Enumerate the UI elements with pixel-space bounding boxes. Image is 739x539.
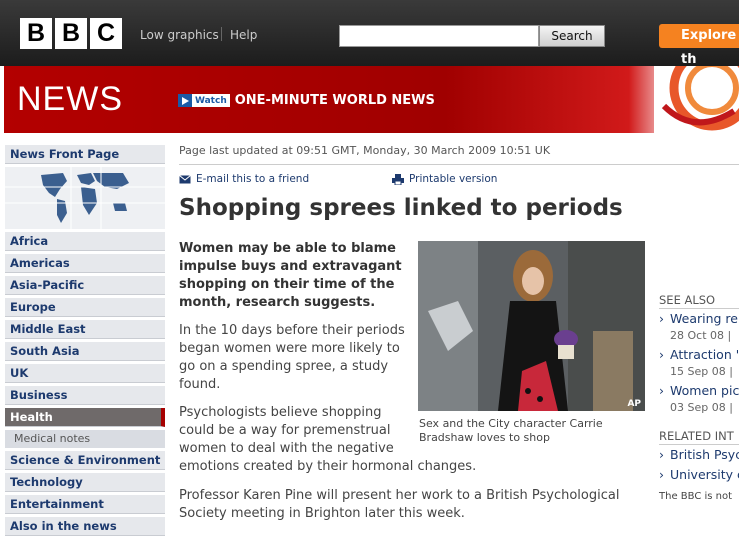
world-map-icon[interactable] bbox=[5, 167, 165, 229]
article-paragraph-line: women to deal with the negative bbox=[179, 441, 394, 456]
see-also-date: 15 Sep 08 | bbox=[670, 365, 733, 378]
explore-button[interactable]: Explore th bbox=[659, 24, 739, 67]
see-also-heading: SEE ALSO bbox=[659, 293, 716, 307]
street-photo-image bbox=[418, 241, 645, 411]
nav-item-uk[interactable]: UK bbox=[5, 364, 165, 383]
related-link[interactable]: University c bbox=[659, 467, 739, 482]
article-photo: AP bbox=[418, 241, 645, 411]
nav-front-page[interactable]: News Front Page bbox=[5, 145, 165, 164]
see-also-link[interactable]: Wearing re bbox=[659, 311, 738, 326]
nav-item-africa[interactable]: Africa bbox=[5, 232, 165, 251]
photo-credit: AP bbox=[627, 399, 641, 409]
watch-one-minute-link[interactable]: Watch ONE-MINUTE WORLD NEWS bbox=[178, 93, 435, 108]
print-label: Printable version bbox=[409, 173, 498, 185]
article-paragraph-line: Professor Karen Pine will present her wo… bbox=[179, 488, 620, 503]
related-link[interactable]: British Psyc bbox=[659, 447, 739, 462]
email-label: E-mail this to a friend bbox=[196, 173, 310, 185]
one-minute-label: ONE-MINUTE WORLD NEWS bbox=[234, 93, 435, 108]
search-button[interactable]: Search bbox=[539, 25, 605, 47]
watch-badge: Watch bbox=[178, 94, 230, 107]
article-intro: Women may be able to blame impulse buys … bbox=[179, 241, 402, 310]
see-also-link[interactable]: Attraction ' bbox=[659, 347, 739, 362]
news-banner: NEWS Watch ONE-MINUTE WORLD NEWS bbox=[4, 66, 739, 133]
nav-item-also-in-news[interactable]: Also in the news bbox=[5, 517, 165, 536]
related-heading: RELATED INT bbox=[659, 429, 734, 443]
nav-item-south-asia[interactable]: South Asia bbox=[5, 342, 165, 361]
article-paragraph-line: could be a way for premenstrual bbox=[179, 423, 391, 438]
help-link[interactable]: Help bbox=[230, 28, 257, 42]
logo-letter: C bbox=[90, 18, 122, 49]
low-graphics-link[interactable]: Low graphics bbox=[140, 28, 219, 42]
article-paragraph-line: emotions created by their hormonal chang… bbox=[179, 459, 477, 474]
envelope-icon bbox=[179, 174, 191, 183]
logo-letter: B bbox=[20, 18, 52, 49]
search-input[interactable] bbox=[339, 25, 539, 47]
watch-label: Watch bbox=[195, 95, 227, 106]
nav-item-europe[interactable]: Europe bbox=[5, 298, 165, 317]
photo-caption: Sex and the City character Carrie Bradsh… bbox=[419, 417, 603, 444]
left-nav: News Front Page Africa Americas Asia-Pac… bbox=[5, 145, 165, 539]
top-bar: B B C Low graphics Help Search Explore t… bbox=[0, 0, 739, 67]
nav-item-science-environment[interactable]: Science & Environment bbox=[5, 451, 165, 470]
email-link[interactable]: E-mail this to a friend bbox=[179, 173, 309, 185]
article-paragraph-line: Society meeting in Brighton later this w… bbox=[179, 506, 465, 521]
see-also-date: 28 Oct 08 | bbox=[670, 329, 732, 342]
play-icon bbox=[178, 94, 192, 107]
printer-icon bbox=[392, 173, 404, 185]
divider bbox=[659, 308, 739, 309]
nav-subitem-medical-notes[interactable]: Medical notes bbox=[5, 430, 165, 448]
divider bbox=[179, 164, 739, 165]
logo-letter: B bbox=[55, 18, 87, 49]
print-link[interactable]: Printable version bbox=[392, 173, 497, 185]
nav-item-technology[interactable]: Technology bbox=[5, 473, 165, 492]
nav-item-americas[interactable]: Americas bbox=[5, 254, 165, 273]
article-paragraph: In the 10 days before their periods bega… bbox=[179, 323, 405, 392]
see-also-link[interactable]: Women pic bbox=[659, 383, 739, 398]
article-paragraph-line: Psychologists believe shopping bbox=[179, 405, 382, 420]
see-also-date: 03 Sep 08 | bbox=[670, 401, 733, 414]
nav-item-entertainment[interactable]: Entertainment bbox=[5, 495, 165, 514]
sidebar-column: SEE ALSO Wearing re 28 Oct 08 | Attracti… bbox=[655, 280, 739, 510]
bbc-logo[interactable]: B B C bbox=[20, 18, 122, 49]
nav-item-middle-east[interactable]: Middle East bbox=[5, 320, 165, 339]
external-sites-note: The BBC is not bbox=[659, 491, 733, 502]
last-updated: Page last updated at 09:51 GMT, Monday, … bbox=[179, 144, 551, 157]
globe-graphic-icon bbox=[654, 66, 739, 133]
divider bbox=[221, 27, 222, 41]
nav-item-health[interactable]: Health bbox=[5, 408, 165, 427]
news-title[interactable]: NEWS bbox=[17, 80, 123, 119]
nav-item-asia-pacific[interactable]: Asia-Pacific bbox=[5, 276, 165, 295]
divider bbox=[659, 444, 739, 445]
article-headline: Shopping sprees linked to periods bbox=[179, 195, 623, 221]
nav-item-business[interactable]: Business bbox=[5, 386, 165, 405]
